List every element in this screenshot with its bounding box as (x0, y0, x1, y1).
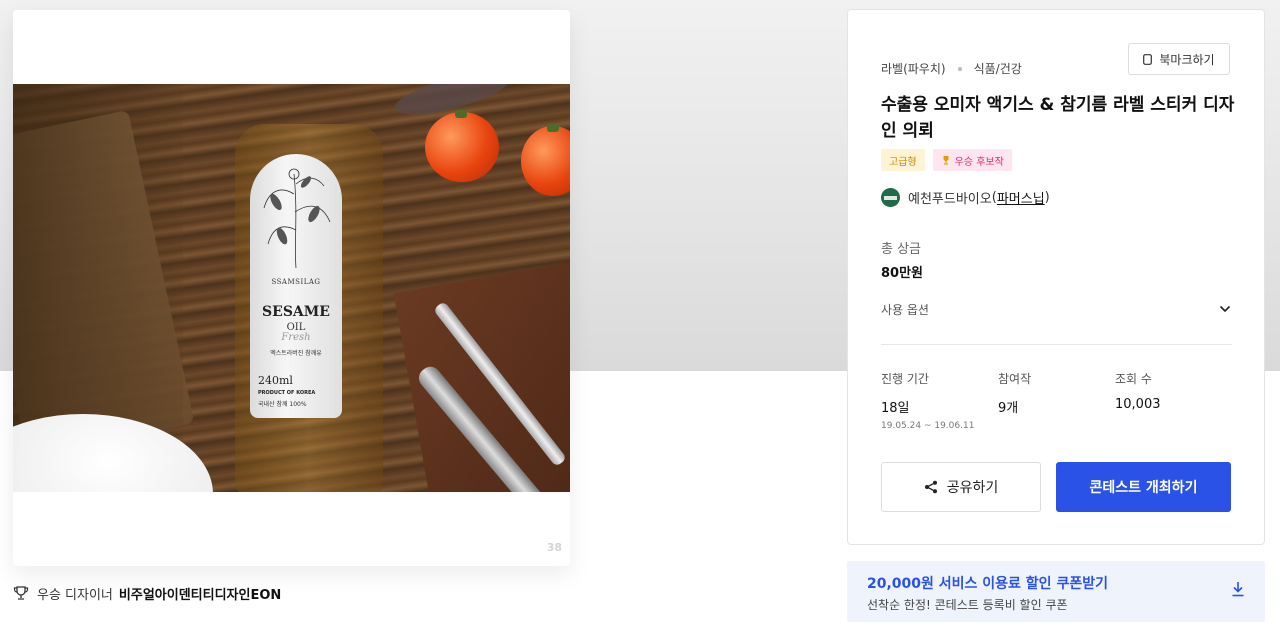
breadcrumb: 라벨(파우치) 식품/건강 (881, 60, 1022, 77)
plate (13, 414, 213, 492)
period-label: 진행 기간 (881, 372, 929, 386)
excellent-badge-label: 우승 후보작 (954, 156, 1004, 168)
trophy-icon (943, 156, 949, 165)
entries-value: 9개 (998, 401, 1019, 416)
tomato (425, 110, 499, 182)
winner-prefix: 우승 디자이너 (37, 587, 113, 603)
chevron-down-icon (1219, 305, 1231, 313)
contest-info-panel: 라벨(파우치) 식품/건강 북마크하기 수출용 오미자 액기스 & 참기름 라벨… (847, 9, 1265, 545)
subcategory-label[interactable]: 식품/건강 (974, 60, 1022, 77)
bookmark-label: 북마크하기 (1159, 52, 1215, 67)
category-label[interactable]: 라벨(파우치) (881, 60, 946, 77)
bottle-product-name: SESAME (262, 304, 330, 320)
excellent-badge: 우승 후보작 (932, 149, 1012, 171)
winner-designer: 우승 디자이너 비주얼아이덴티티디자인EON (13, 584, 281, 603)
sesame-plant-illustration (263, 168, 331, 268)
contest-stats: 진행 기간 18일 19.05.24 ~ 19.06.11 참여작 9개 조회 … (881, 370, 1232, 431)
badge-group: 고급형 우승 후보작 (881, 149, 1020, 171)
bookmark-icon (1143, 53, 1153, 65)
host-contest-label: 콘테스트 개최하기 (1089, 480, 1198, 496)
download-icon[interactable] (1231, 581, 1245, 597)
coupon-subtitle: 선착순 한정! 콘테스트 등록비 할인 쿠폰 (867, 598, 1068, 612)
period-value: 18일 (881, 401, 910, 416)
tomato (521, 124, 570, 196)
host-member-link[interactable]: 파머스닙 (997, 188, 1045, 207)
bottle-label: SSAMSILAG SESAME OIL Fresh 엑스트라버진 참깨유 24… (250, 154, 342, 418)
entries-label: 참여작 (998, 372, 1032, 386)
bookmark-button[interactable]: 북마크하기 (1128, 43, 1230, 75)
contest-title: 수출용 오미자 액기스 & 참기름 라벨 스티커 디자인 의뢰 (881, 95, 1235, 141)
stat-entries: 참여작 9개 (998, 370, 1115, 431)
prize-value: 80만원 (881, 266, 924, 281)
bottle-percent: 국내산 참깨 100% (258, 401, 307, 408)
usage-options-label: 사용 옵션 (881, 302, 929, 317)
coupon-title: 20,000원 서비스 이용료 할인 쿠폰받기 (867, 576, 1108, 592)
paren-close: ) (1044, 190, 1050, 205)
coupon-banner[interactable]: 20,000원 서비스 이용료 할인 쿠폰받기 선착순 한정! 콘테스트 등록비… (847, 561, 1265, 622)
share-label: 공유하기 (946, 480, 999, 496)
host-name: 예천푸드바이오 (908, 192, 992, 207)
views-value: 10,003 (1115, 397, 1161, 412)
usage-options-toggle[interactable]: 사용 옵션 (881, 298, 1232, 320)
separator-dot (957, 66, 962, 71)
bottle-korean-text: 엑스트라버진 참깨유 (270, 350, 322, 357)
divider (881, 344, 1232, 345)
bottle-fresh-text: Fresh (281, 332, 311, 343)
image-counter: 38 (546, 541, 562, 554)
host-avatar (881, 188, 900, 207)
stat-period: 진행 기간 18일 19.05.24 ~ 19.06.11 (881, 370, 998, 431)
winner-designer-name[interactable]: 비주얼아이덴티티디자인EON (119, 584, 281, 603)
share-button[interactable]: 공유하기 (881, 462, 1041, 512)
period-range: 19.05.24 ~ 19.06.11 (881, 421, 975, 431)
stat-views: 조회 수 10,003 (1115, 370, 1232, 431)
bottle-origin: PRODUCT OF KOREA (258, 390, 316, 396)
views-label: 조회 수 (1115, 372, 1152, 386)
host-info: 예천푸드바이오 ( 파머스닙 ) (881, 188, 1050, 207)
share-icon (924, 480, 937, 494)
bottle-volume: 240ml (258, 374, 293, 387)
trophy-icon (13, 586, 29, 600)
prize-label: 총 상금 (881, 242, 922, 257)
product-photo: SSAMSILAG SESAME OIL Fresh 엑스트라버진 참깨유 24… (13, 84, 570, 492)
premium-badge: 고급형 (881, 149, 925, 171)
contest-image-card[interactable]: SSAMSILAG SESAME OIL Fresh 엑스트라버진 참깨유 24… (13, 10, 570, 566)
host-contest-button[interactable]: 콘테스트 개최하기 (1056, 462, 1231, 512)
bottle-brand: SSAMSILAG (271, 278, 321, 286)
premium-badge-label: 고급형 (889, 156, 917, 168)
